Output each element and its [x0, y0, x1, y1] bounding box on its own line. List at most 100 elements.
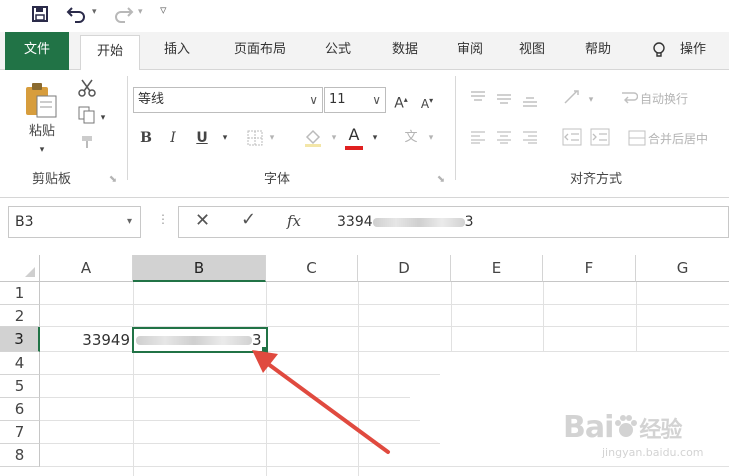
redo-dropdown-icon[interactable]: ▾ [138, 7, 143, 17]
font-name-chevron-icon[interactable]: ∨ [309, 88, 318, 112]
ribbon-home: 粘贴 ▾ ▾ 剪贴板 ⬊ 等线 ∨ 11 ∨ A▴ A▾ B I U ▾ ▾ ▾… [0, 70, 729, 198]
tab-help[interactable]: 帮助 [574, 32, 622, 70]
underline-button[interactable]: U [194, 126, 210, 150]
watermark-brand: Bai [563, 410, 614, 445]
column-header-d[interactable]: D [358, 255, 451, 282]
column-header-b[interactable]: B [133, 255, 266, 282]
orientation-icon[interactable] [562, 88, 582, 106]
copy-icon[interactable] [78, 106, 96, 124]
align-top-icon[interactable] [470, 90, 486, 104]
clipboard-group-label: 剪贴板 [32, 172, 72, 187]
align-center-icon[interactable] [496, 130, 512, 144]
row-header-3[interactable]: 3 [0, 327, 40, 352]
decrease-indent-icon[interactable] [562, 128, 582, 146]
grow-font-label: A [394, 95, 404, 112]
align-bottom-icon[interactable] [522, 94, 538, 108]
lightbulb-icon [653, 42, 665, 57]
column-header-c[interactable]: C [266, 255, 358, 282]
align-right-icon[interactable] [522, 130, 538, 144]
align-left-icon[interactable] [470, 130, 486, 144]
row-header-1[interactable]: 1 [0, 282, 40, 305]
wrap-text-icon[interactable] [620, 90, 638, 106]
bold-button[interactable]: B [138, 126, 154, 150]
grow-font-button[interactable]: A▴ [392, 88, 410, 116]
font-name-combo[interactable]: 等线 ∨ [133, 87, 323, 113]
fill-color-dropdown-icon[interactable]: ▾ [329, 126, 339, 150]
ribbon-separator [455, 76, 456, 180]
save-icon[interactable] [31, 5, 49, 23]
phonetic-dropdown-icon[interactable]: ▾ [426, 126, 436, 150]
merge-center-icon[interactable] [628, 130, 646, 146]
tab-page-layout[interactable]: 页面布局 [220, 32, 300, 70]
shrink-font-label: A [420, 97, 430, 111]
align-middle-icon[interactable] [496, 92, 512, 106]
cell-a3[interactable]: 33949 [41, 329, 133, 351]
clipboard-launcher-icon[interactable]: ⬊ [106, 168, 120, 192]
tab-formulas[interactable]: 公式 [316, 32, 360, 70]
undo-dropdown-icon[interactable]: ▾ [92, 7, 97, 17]
merge-center-button[interactable]: 合并后居中 [648, 127, 728, 151]
cut-icon[interactable] [78, 78, 96, 98]
orientation-dropdown-icon[interactable]: ▾ [586, 88, 596, 112]
font-group-label: 字体 [264, 172, 291, 187]
tab-home[interactable]: 开始 [80, 35, 140, 71]
row-header-5[interactable]: 5 [0, 375, 40, 398]
font-color-dropdown-icon[interactable]: ▾ [370, 126, 380, 150]
formula-bar-buttons: ✕ ✓ fx [178, 206, 326, 238]
shrink-font-button[interactable]: A▾ [418, 89, 436, 116]
name-box-dropdown-icon[interactable]: ▾ [127, 207, 132, 237]
formula-input[interactable]: 3394 3 [325, 206, 729, 238]
column-header-g[interactable]: G [636, 255, 729, 282]
font-launcher-icon[interactable]: ⬊ [434, 168, 448, 192]
formula-value-end: 3 [464, 214, 474, 230]
alignment-group-label: 对齐方式 [570, 172, 623, 187]
tab-review[interactable]: 审阅 [446, 32, 494, 70]
tell-me-search[interactable]: 操作 [680, 32, 729, 70]
tab-view[interactable]: 视图 [508, 32, 556, 70]
italic-button[interactable]: I [165, 126, 181, 150]
borders-dropdown-icon[interactable]: ▾ [267, 126, 277, 150]
worksheet-grid: A B C D E F G 1 2 3 4 5 6 7 8 33949 3 Ba… [0, 250, 729, 476]
font-size-chevron-icon[interactable]: ∨ [372, 88, 381, 112]
copy-dropdown-icon[interactable]: ▾ [98, 106, 108, 130]
row-header-8[interactable]: 8 [0, 444, 40, 467]
gridline [40, 304, 729, 305]
row-header-7[interactable]: 7 [0, 421, 40, 444]
increase-indent-icon[interactable] [590, 128, 610, 146]
watermark-url: jingyan.baidu.com [602, 446, 704, 459]
paste-dropdown-icon[interactable]: ▾ [36, 138, 48, 162]
row-header-4[interactable]: 4 [0, 352, 40, 375]
confirm-edit-icon[interactable]: ✓ [241, 209, 256, 230]
phonetic-guide-button[interactable]: 文 [402, 126, 420, 150]
annotation-arrow [252, 350, 390, 454]
wrap-text-button[interactable]: 自动换行 [640, 87, 725, 111]
column-header-a[interactable]: A [40, 255, 133, 282]
insert-function-button[interactable]: fx [287, 212, 301, 230]
customize-qat-icon[interactable]: ▿ [160, 3, 167, 18]
name-box-value: B3 [15, 214, 34, 230]
font-size-combo[interactable]: 11 ∨ [324, 87, 386, 113]
paste-icon[interactable] [24, 82, 58, 118]
gridline [636, 282, 637, 352]
tab-data[interactable]: 数据 [380, 32, 430, 70]
redo-icon[interactable] [112, 4, 134, 24]
select-all-corner[interactable] [0, 255, 40, 282]
quick-access-toolbar: ▾ ▾ ▿ [0, 0, 729, 32]
font-color-button[interactable]: A [345, 124, 363, 150]
borders-icon[interactable] [247, 130, 263, 146]
tab-insert[interactable]: 插入 [152, 32, 202, 70]
tab-file[interactable]: 文件 [5, 32, 69, 70]
name-box[interactable]: B3 ▾ [8, 206, 141, 238]
format-painter-icon[interactable] [80, 134, 96, 150]
column-header-f[interactable]: F [543, 255, 636, 282]
cancel-edit-icon[interactable]: ✕ [195, 210, 210, 231]
row-header-2[interactable]: 2 [0, 305, 40, 327]
phonetic-guide-label: 文 [404, 130, 418, 145]
underline-dropdown-icon[interactable]: ▾ [220, 126, 230, 150]
column-header-e[interactable]: E [451, 255, 543, 282]
undo-icon[interactable] [66, 4, 88, 24]
fill-color-icon[interactable] [303, 128, 323, 148]
formula-bar: B3 ▾ ⋮ ✕ ✓ fx 3394 3 [0, 198, 729, 250]
shrink-font-caret-icon: ▾ [429, 96, 434, 105]
row-header-6[interactable]: 6 [0, 398, 40, 421]
